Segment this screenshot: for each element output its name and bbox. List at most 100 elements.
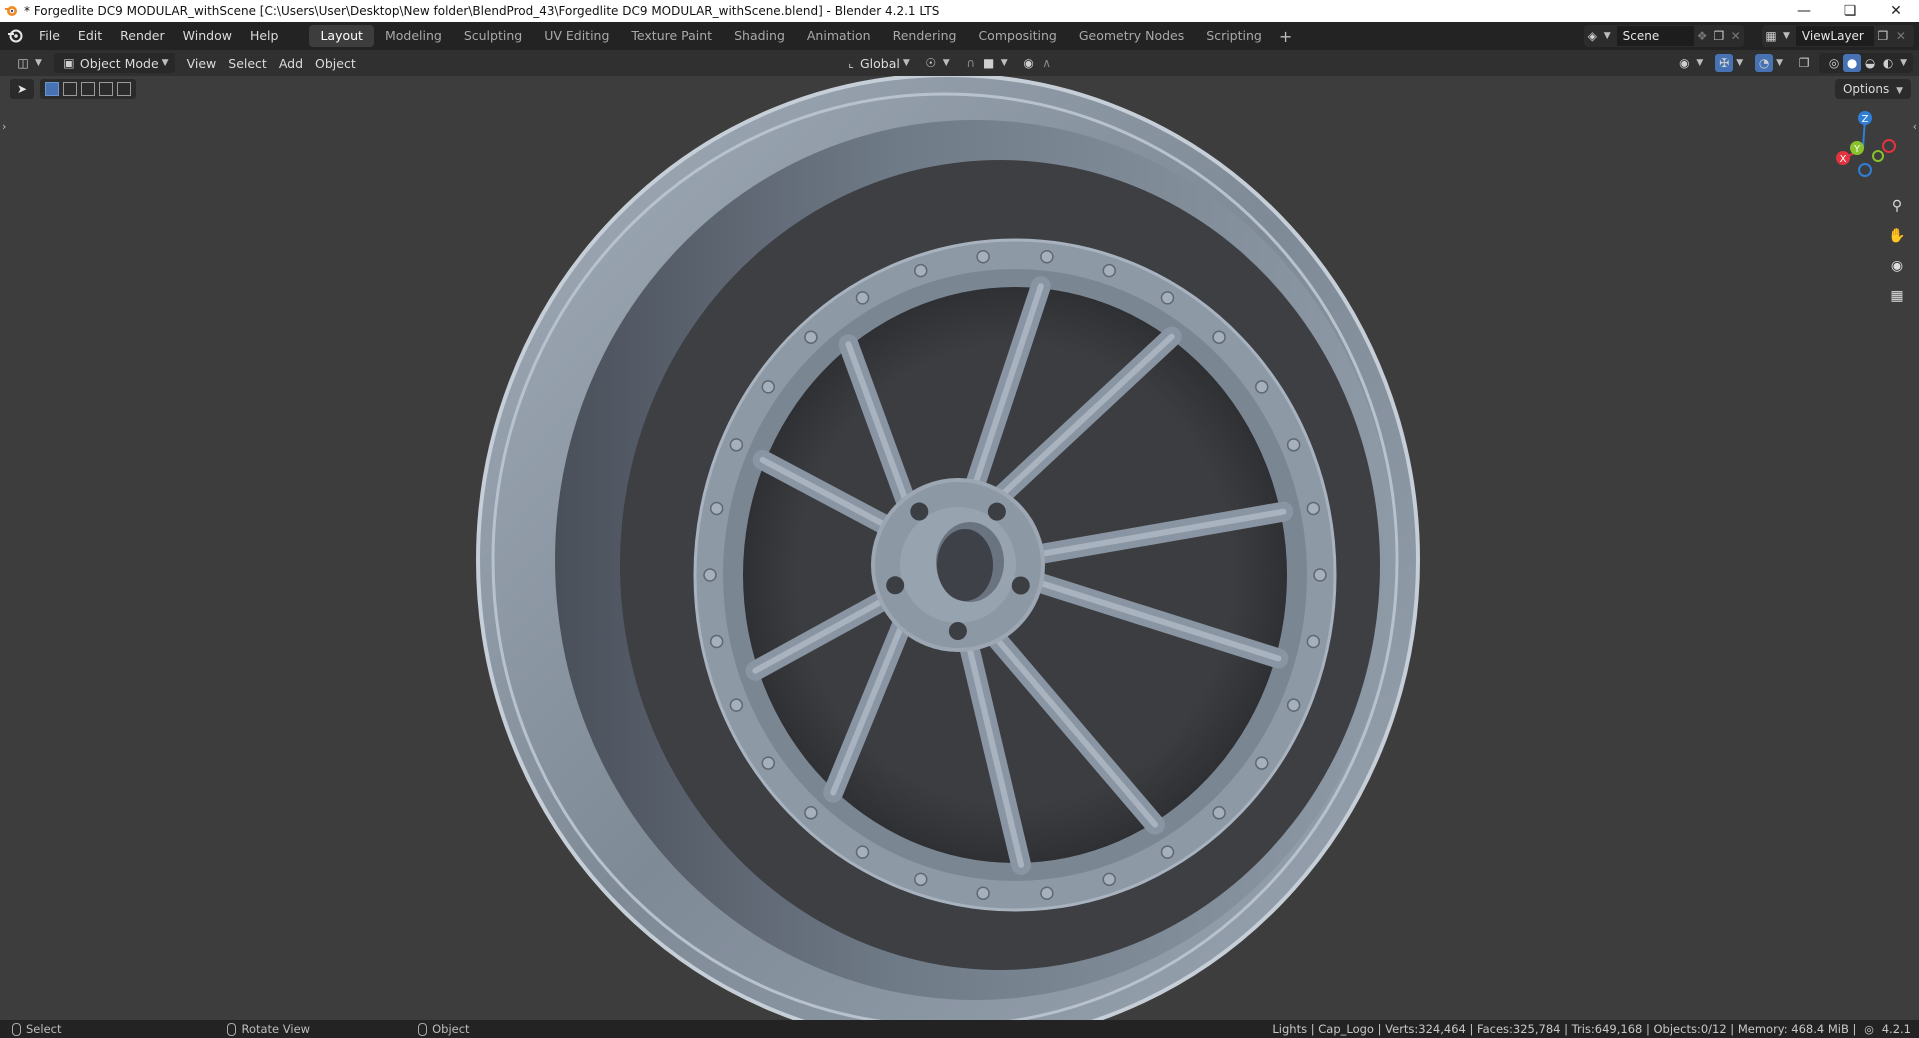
menu-window[interactable]: Window (174, 25, 241, 47)
pan-hand-icon[interactable]: ✋ (1885, 224, 1909, 248)
mode-selector[interactable]: ▣ Object Mode ▼ (53, 53, 175, 73)
mouse-left-icon (12, 1022, 21, 1036)
snap-button[interactable]: ∩ ■ ▼ (956, 53, 1014, 73)
chevron-down-icon: ▼ (1000, 58, 1008, 68)
tab-layout[interactable]: Layout (309, 25, 374, 47)
select-tool-button[interactable]: ➤ (10, 79, 34, 99)
tab-geometry-nodes[interactable]: Geometry Nodes (1068, 25, 1195, 47)
xray-icon: ❐ (1798, 56, 1810, 70)
hint-object-label: Object (432, 1022, 470, 1036)
tab-modeling[interactable]: Modeling (374, 25, 453, 47)
proportional-edit-icon: ◉ (1023, 56, 1034, 70)
rim-bolt (729, 698, 744, 712)
hint-object: Object (418, 1022, 470, 1036)
scene-name-field[interactable]: Scene (1616, 26, 1694, 46)
pivot-point-button[interactable]: ☉ ▼ (916, 53, 956, 73)
chevron-down-icon: ▼ (1603, 31, 1611, 41)
tab-texture-paint[interactable]: Texture Paint (620, 25, 723, 47)
add-workspace-button[interactable]: + (1273, 27, 1298, 46)
wheel-rim-model[interactable] (0, 76, 1919, 1020)
select-invert-icon[interactable] (99, 82, 113, 96)
mode-label: Object Mode (79, 55, 159, 71)
status-bar: Select Rotate View Object Lights | Cap_L… (0, 1020, 1919, 1038)
delete-view-layer-icon[interactable]: ✕ (1892, 27, 1910, 45)
menu-select[interactable]: Select (222, 53, 273, 73)
visibility-button[interactable]: ◉ ▼ (1669, 53, 1709, 73)
delete-scene-icon[interactable]: ✕ (1727, 27, 1744, 45)
hint-rotate-view: Rotate View (227, 1022, 310, 1036)
chevron-down-icon: ▼ (1736, 58, 1744, 68)
new-view-layer-icon[interactable]: ❐ (1874, 27, 1892, 45)
zoom-icon[interactable]: ⚲ (1885, 194, 1909, 218)
overlays-button[interactable]: ◔ ▼ (1749, 53, 1789, 73)
transform-orientation-selector[interactable]: ⌞ Global ▼ (836, 53, 916, 73)
menu-help[interactable]: Help (241, 25, 288, 47)
gizmo-toggle-button[interactable]: ✠ ▼ (1709, 53, 1749, 73)
hint-select: Select (12, 1022, 61, 1036)
tab-uv-editing[interactable]: UV Editing (533, 25, 620, 47)
view-layer-name-field[interactable]: ViewLayer (1795, 26, 1874, 46)
menu-file[interactable]: File (30, 25, 69, 47)
menu-edit[interactable]: Edit (69, 25, 111, 47)
perspective-grid-icon[interactable]: ▦ (1885, 284, 1909, 308)
rim-bolt (761, 380, 775, 394)
select-new-icon[interactable] (45, 82, 59, 96)
menu-view[interactable]: View (181, 53, 223, 73)
tab-shading[interactable]: Shading (723, 25, 796, 47)
camera-view-icon[interactable]: ◉ (1885, 254, 1909, 278)
toolbar-expand-icon[interactable]: › (2, 120, 6, 133)
restore-icon[interactable]: ❏ (1827, 0, 1873, 22)
pin-icon[interactable]: ❖ (1694, 27, 1711, 45)
solid-shading-icon[interactable]: ● (1843, 54, 1862, 72)
wireframe-shading-icon[interactable]: ◎ (1825, 54, 1843, 72)
3d-viewport-icon: ◫ (17, 56, 29, 70)
sidebar-expand-icon[interactable]: ‹ (1913, 120, 1917, 133)
rim-bolt (976, 886, 990, 900)
lug-hole (987, 502, 1006, 521)
menu-object[interactable]: Object (309, 53, 362, 73)
neg-x-axis-icon[interactable] (1882, 139, 1896, 153)
tab-compositing[interactable]: Compositing (967, 25, 1067, 47)
neg-y-axis-icon[interactable] (1872, 150, 1884, 162)
proportional-edit-button[interactable]: ◉ ∧ (1014, 53, 1062, 73)
rim-bolt (976, 250, 990, 264)
options-dropdown[interactable]: Options ▼ (1834, 79, 1911, 99)
menu-add[interactable]: Add (273, 53, 309, 73)
shading-modes: ◎ ● ◒ ◐ ▼ (1819, 53, 1913, 73)
rim-bolt (1255, 380, 1269, 394)
rendered-shading-icon[interactable]: ◐ (1879, 54, 1897, 72)
new-scene-icon[interactable]: ❐ (1711, 27, 1728, 45)
menu-render[interactable]: Render (111, 25, 174, 47)
scene-statistics: Lights | Cap_Logo | Verts:324,464 | Face… (1272, 1020, 1911, 1038)
editor-type-button[interactable]: ◫ ▼ (8, 53, 48, 73)
chevron-down-icon: ▼ (35, 58, 42, 68)
tab-sculpting[interactable]: Sculpting (453, 25, 533, 47)
blender-menu-icon[interactable] (0, 22, 30, 50)
falloff-icon: ∧ (1042, 56, 1052, 70)
window-titlebar: * Forgedlite DC9 MODULAR_withScene [C:\U… (0, 0, 1919, 22)
neg-z-axis-icon[interactable] (1858, 163, 1872, 177)
tab-rendering[interactable]: Rendering (882, 25, 968, 47)
select-intersect-icon[interactable] (117, 82, 131, 96)
scene-selector[interactable]: ◈ ▼ Scene ❖ ❐ ✕ (1584, 25, 1744, 47)
hint-select-label: Select (26, 1022, 62, 1036)
3d-viewport[interactable]: ➤ Options ▼ › ‹ Z Y X ⚲ ✋ ◉ ▦ (0, 76, 1919, 1020)
mouse-middle-icon (227, 1022, 237, 1036)
workspace-tabs: Layout Modeling Sculpting UV Editing Tex… (309, 22, 1298, 50)
rim-bolt (709, 501, 724, 516)
material-shading-icon[interactable]: ◒ (1861, 54, 1879, 72)
lug-hole (948, 621, 967, 640)
chevron-down-icon[interactable]: ▼ (1900, 58, 1907, 68)
x-axis-label: X (1840, 154, 1847, 165)
tab-scripting[interactable]: Scripting (1195, 25, 1273, 47)
lug-hole (1011, 576, 1030, 595)
select-extend-icon[interactable] (63, 82, 77, 96)
minimize-icon[interactable]: — (1781, 0, 1827, 22)
blender-logo-icon (0, 0, 22, 22)
navigation-gizmo[interactable]: Z Y X (1823, 106, 1907, 190)
tab-animation[interactable]: Animation (796, 25, 882, 47)
xray-toggle-button[interactable]: ❐ (1789, 53, 1819, 73)
select-subtract-icon[interactable] (81, 82, 95, 96)
close-icon[interactable]: ✕ (1873, 0, 1919, 22)
view-layer-selector[interactable]: ▦ ▼ ViewLayer ❐ ✕ (1762, 25, 1914, 47)
